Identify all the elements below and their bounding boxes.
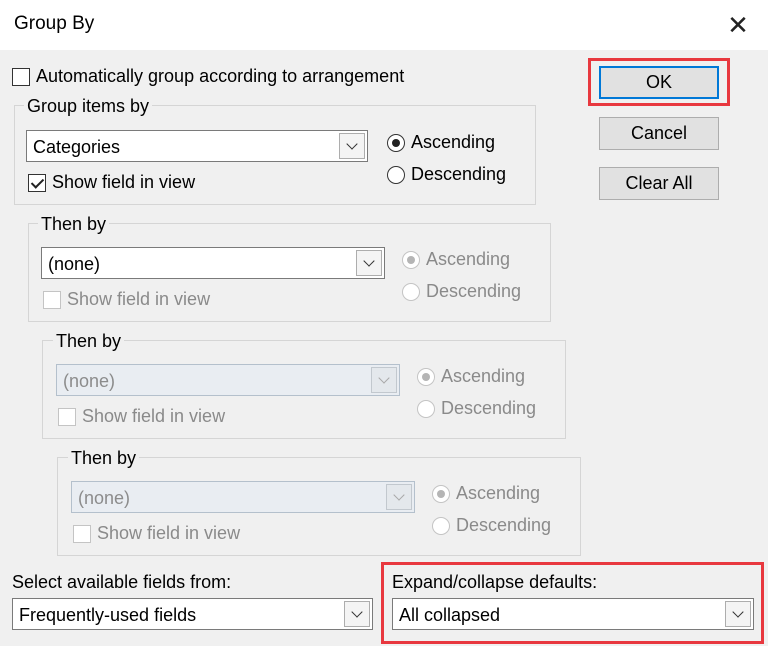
show-field-checkbox-4[interactable]: Show field in view [73, 523, 240, 544]
descending-label: Descending [426, 281, 522, 301]
checkbox-box[interactable] [58, 407, 76, 426]
group-field-value: Categories [33, 137, 121, 157]
close-icon[interactable]: ✕ [718, 6, 758, 44]
show-field-label: Show field in view [82, 406, 226, 426]
show-field-checkbox-2[interactable]: Show field in view [43, 289, 210, 310]
expand-collapse-label: Expand/collapse defaults: [392, 572, 598, 592]
checkbox-box[interactable] [73, 524, 91, 543]
radio-dot[interactable] [402, 282, 420, 301]
fields-from-value: Frequently-used fields [19, 605, 197, 625]
radio-dot[interactable] [417, 367, 435, 386]
auto-group-label: Automatically group according to arrange… [36, 66, 405, 86]
then-by-field-value-3: (none) [78, 488, 131, 508]
cancel-button[interactable]: Cancel [599, 117, 719, 150]
radio-dot[interactable] [387, 133, 405, 152]
ascending-label: Ascending [411, 132, 496, 152]
show-field-label: Show field in view [52, 172, 196, 192]
radio-dot[interactable] [432, 516, 450, 535]
ascending-label: Ascending [441, 366, 526, 386]
then-by-field-value-1: (none) [48, 254, 101, 274]
then-by-field-value-2: (none) [63, 371, 116, 391]
group-field-select[interactable]: Categories [26, 130, 368, 162]
fields-from-select[interactable]: Frequently-used fields [12, 598, 373, 630]
checkbox-box[interactable] [28, 173, 46, 192]
checkbox-box[interactable] [43, 290, 61, 309]
descending-radio-4[interactable]: Descending [432, 515, 551, 536]
then-by-heading-3: Then by [68, 448, 140, 469]
chevron-down-icon[interactable] [725, 601, 751, 627]
chevron-down-icon[interactable] [356, 250, 382, 276]
chevron-down-icon[interactable] [339, 133, 365, 159]
show-field-label: Show field in view [67, 289, 211, 309]
clear-all-button[interactable]: Clear All [599, 167, 719, 200]
then-by-field-select-1[interactable]: (none) [41, 247, 385, 279]
radio-dot[interactable] [402, 250, 420, 269]
descending-radio-1[interactable]: Descending [387, 164, 506, 185]
descending-radio-3[interactable]: Descending [417, 398, 536, 419]
descending-radio-2[interactable]: Descending [402, 281, 521, 302]
radio-dot[interactable] [387, 165, 405, 184]
ascending-radio-2[interactable]: Ascending [402, 249, 510, 270]
descending-label: Descending [456, 515, 552, 535]
auto-group-checkbox[interactable]: Automatically group according to arrange… [12, 66, 404, 87]
ascending-radio-3[interactable]: Ascending [417, 366, 525, 387]
then-by-field-select-2[interactable]: (none) [56, 364, 400, 396]
expand-collapse-select[interactable]: All collapsed [392, 598, 754, 630]
then-by-field-select-3[interactable]: (none) [71, 481, 415, 513]
expand-collapse-value: All collapsed [399, 605, 501, 625]
checkbox-box[interactable] [12, 67, 30, 86]
title-bar: Group By ✕ [0, 0, 768, 50]
group-by-dialog: Group By ✕ Automatically group according… [0, 0, 768, 646]
descending-label: Descending [411, 164, 507, 184]
group-items-by-heading: Group items by [24, 96, 153, 117]
ascending-label: Ascending [456, 483, 541, 503]
ascending-radio-1[interactable]: Ascending [387, 132, 495, 153]
dialog-title: Group By [14, 13, 95, 34]
show-field-label: Show field in view [97, 523, 241, 543]
descending-label: Descending [441, 398, 537, 418]
fields-from-label: Select available fields from: [12, 572, 232, 592]
chevron-down-icon[interactable] [344, 601, 370, 627]
show-field-checkbox-1[interactable]: Show field in view [28, 172, 195, 193]
radio-dot[interactable] [432, 484, 450, 503]
ascending-label: Ascending [426, 249, 511, 269]
then-by-heading-2: Then by [53, 331, 125, 352]
radio-dot[interactable] [417, 399, 435, 418]
show-field-checkbox-3[interactable]: Show field in view [58, 406, 225, 427]
then-by-heading-1: Then by [38, 214, 110, 235]
chevron-down-icon[interactable] [386, 484, 412, 510]
ascending-radio-4[interactable]: Ascending [432, 483, 540, 504]
ok-button[interactable]: OK [599, 66, 719, 99]
chevron-down-icon[interactable] [371, 367, 397, 393]
